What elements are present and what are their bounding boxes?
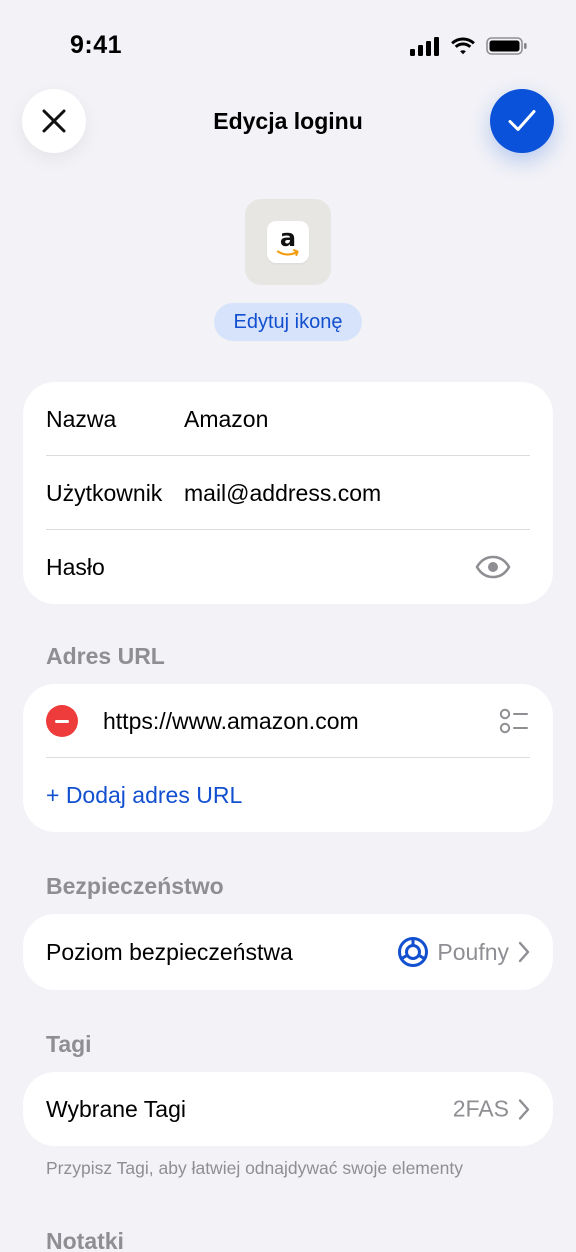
security-level-label: Poziom bezpieczeństwa — [46, 938, 293, 965]
edit-login-screen: 9:41 Edycja loginu a Edytuj ikonę Nazwa … — [0, 0, 576, 1252]
app-icon[interactable]: a — [245, 199, 331, 285]
checkmark-icon — [508, 110, 536, 131]
password-row[interactable]: Hasło — [23, 530, 553, 604]
tags-hint: Przypisz Tagi, aby łatwiej odnajdywać sw… — [46, 1158, 463, 1178]
add-url-row[interactable]: + Dodaj adres URL — [23, 758, 553, 832]
tags-card[interactable]: Wybrane Tagi 2FAS — [23, 1072, 553, 1146]
wifi-icon — [451, 37, 475, 55]
password-label: Hasło — [46, 553, 105, 580]
chevron-right-icon — [518, 941, 530, 963]
logo-glyph: a — [279, 224, 297, 252]
amazon-logo-icon: a — [267, 221, 309, 263]
status-icons — [410, 36, 528, 56]
name-field[interactable]: Amazon — [184, 406, 268, 433]
credentials-card: Nazwa Amazon Użytkownik mail@address.com… — [23, 382, 553, 604]
tags-section-title: Tagi — [46, 1031, 92, 1057]
tags-row[interactable]: Wybrane Tagi 2FAS — [23, 1072, 553, 1146]
security-section-title: Bezpieczeństwo — [46, 873, 224, 899]
url-row[interactable]: https://www.amazon.com — [23, 684, 553, 758]
url-section-title: Adres URL — [46, 643, 165, 669]
security-level-value-group: Poufny — [397, 936, 531, 968]
chevron-right-icon — [518, 1098, 530, 1120]
security-level-value: Poufny — [437, 938, 509, 965]
add-url-button[interactable]: + Dodaj adres URL — [46, 782, 242, 809]
status-time: 9:41 — [70, 31, 123, 59]
tags-value-group: 2FAS — [453, 1096, 531, 1123]
username-field[interactable]: mail@address.com — [184, 480, 381, 507]
tags-value: 2FAS — [452, 1095, 509, 1122]
security-level-row[interactable]: Poziom bezpieczeństwa Poufny — [23, 914, 553, 990]
signal-icon — [410, 37, 439, 56]
notes-section-title: Notatki — [46, 1228, 124, 1252]
tags-label: Wybrane Tagi — [46, 1095, 186, 1122]
eye-icon[interactable] — [475, 555, 511, 579]
logo-smile-icon — [276, 249, 299, 256]
url-field[interactable]: https://www.amazon.com — [103, 708, 359, 735]
list-icon[interactable] — [499, 708, 529, 734]
edit-icon-button[interactable]: Edytuj ikonę — [214, 303, 362, 341]
save-button[interactable] — [490, 89, 554, 153]
user-row[interactable]: Użytkownik mail@address.com — [23, 456, 553, 530]
name-row[interactable]: Nazwa Amazon — [23, 382, 553, 456]
url-card: https://www.amazon.com + Dodaj adres URL — [23, 684, 553, 832]
security-card[interactable]: Poziom bezpieczeństwa Poufny — [23, 914, 553, 990]
battery-icon — [486, 37, 527, 55]
user-label: Użytkownik — [46, 479, 163, 506]
security-level-icon — [398, 937, 429, 967]
name-label: Nazwa — [46, 405, 117, 432]
remove-icon[interactable] — [46, 705, 78, 737]
status-bar: 9:41 — [0, 0, 576, 92]
